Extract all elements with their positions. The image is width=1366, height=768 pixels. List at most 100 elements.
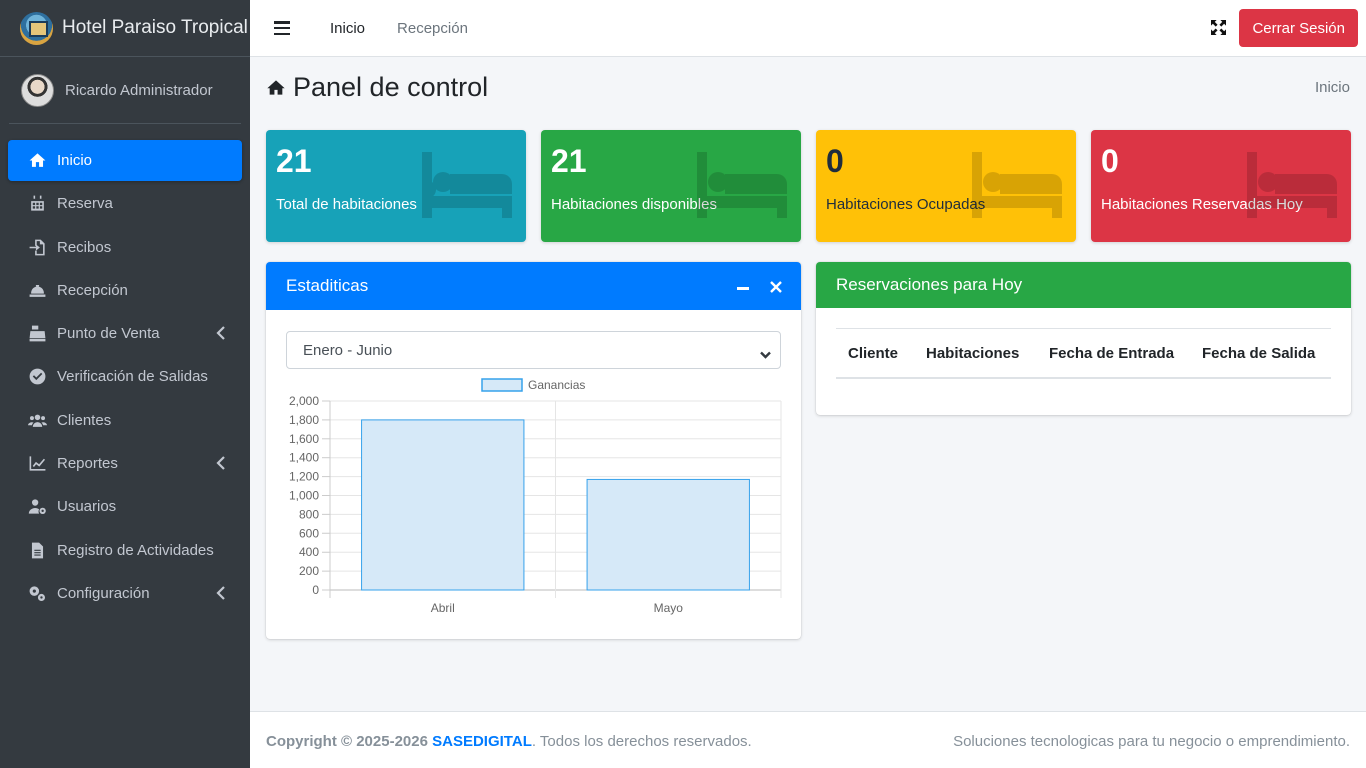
info-box-value: 0: [826, 143, 844, 179]
sidebar-item-recibos[interactable]: Recibos: [8, 227, 242, 268]
y-tick-label: 200: [299, 564, 319, 578]
reservations-card: Reservaciones para Hoy Cliente Habitacio…: [816, 262, 1351, 415]
sidebar-item-label: Reserva: [57, 195, 113, 213]
info-box-available-rooms: 21 Habitaciones disponibles: [541, 130, 801, 242]
home-icon: [26, 150, 48, 172]
y-tick-label: 1,600: [289, 432, 319, 446]
close-icon[interactable]: [770, 278, 782, 293]
y-tick-label: 1,000: [289, 489, 319, 503]
stats-card-title: Estaditicas: [286, 276, 369, 295]
stats-card: Estaditicas Enero - Junio Ganancias 0 200 4…: [266, 262, 801, 639]
sidebar-item-label: Punto de Venta: [57, 325, 160, 343]
bed-icon: [972, 152, 1062, 218]
user-panel[interactable]: Ricardo Administrador: [9, 57, 241, 124]
sidebar-item-label: Recepción: [57, 281, 128, 299]
hotel-logo-icon: [20, 11, 53, 45]
x-tick-label: Abril: [431, 601, 455, 615]
sidebar-item-label: Recibos: [57, 238, 112, 256]
y-tick-label: 600: [299, 526, 319, 540]
column-header-cliente[interactable]: Cliente: [848, 345, 898, 362]
cogs-icon: [26, 582, 48, 604]
info-box-total-rooms: 21 Total de habitaciones: [266, 130, 526, 242]
sidebar-item-registro-actividades[interactable]: Registro de Actividades: [8, 530, 242, 571]
chevron-left-icon: [216, 455, 226, 471]
chevron-down-icon: [760, 346, 771, 359]
sidebar-item-verificacion-salidas[interactable]: Verificación de Salidas: [8, 356, 242, 397]
calendar-icon: [26, 193, 48, 215]
y-tick-label: 1,400: [289, 451, 319, 465]
brand-text: Hotel Paraiso Tropical: [62, 17, 248, 38]
menu-toggle-icon[interactable]: [274, 21, 290, 35]
sidebar-item-label: Registro de Actividades: [57, 541, 214, 559]
company-link[interactable]: SASEDIGITAL: [432, 733, 532, 750]
column-header-fecha-salida[interactable]: Fecha de Salida: [1202, 345, 1315, 362]
chevron-left-icon: [216, 325, 226, 341]
home-icon: [267, 80, 285, 95]
user-name: Ricardo Administrador: [65, 81, 213, 99]
reservations-table: Cliente Habitaciones Fecha de Entrada Fe…: [836, 328, 1331, 379]
minimize-icon[interactable]: [737, 278, 749, 292]
chart-line-icon: [26, 453, 48, 475]
sidebar-item-clientes[interactable]: Clientes: [8, 400, 242, 441]
y-tick-label: 1,800: [289, 413, 319, 427]
y-tick-label: 2,000: [289, 394, 319, 408]
file-import-icon: [26, 236, 48, 258]
logout-button[interactable]: Cerrar Sesión: [1239, 9, 1358, 47]
users-icon: [26, 409, 48, 431]
sidebar-item-inicio[interactable]: Inicio: [8, 140, 242, 181]
info-box-label: Total de habitaciones: [276, 196, 417, 213]
footer-copyright: Copyright © 2025-2026 SASEDIGITAL. Todos…: [266, 733, 752, 750]
topbar: Inicio Recepción Cerrar Sesión: [250, 0, 1366, 57]
brand-link[interactable]: Hotel Paraiso Tropical: [0, 0, 250, 57]
info-box-value: 21: [551, 143, 587, 179]
sidebar-item-label: Usuarios: [57, 498, 117, 516]
sidebar-item-label: Clientes: [57, 411, 112, 429]
bed-icon: [1247, 152, 1337, 218]
info-box-label: Habitaciones disponibles: [551, 196, 717, 213]
sidebar-item-label: Reportes: [57, 455, 118, 473]
period-select-value: Enero - Junio: [303, 341, 393, 359]
concierge-bell-icon: [26, 279, 48, 301]
y-tick-label: 800: [299, 507, 319, 521]
sidebar-item-label: Verificación de Salidas: [57, 368, 208, 386]
info-box-label: Habitaciones Ocupadas: [826, 196, 986, 213]
column-header-fecha-entrada[interactable]: Fecha de Entrada: [1049, 345, 1174, 362]
check-circle-icon: [26, 366, 48, 388]
file-alt-icon: [26, 539, 48, 561]
sidebar-item-punto-de-venta[interactable]: Punto de Venta: [8, 313, 242, 354]
y-tick-label: 0: [312, 583, 319, 597]
sidebar-item-reportes[interactable]: Reportes: [8, 443, 242, 484]
legend-swatch: [481, 378, 523, 392]
chevron-left-icon: [216, 585, 226, 601]
sidebar-item-recepcion[interactable]: Recepción: [8, 270, 242, 311]
page-title-text: Panel de control: [293, 72, 489, 102]
avatar: [21, 73, 54, 107]
info-box-occupied-rooms: 0 Habitaciones Ocupadas: [816, 130, 1076, 242]
sidebar-item-usuarios[interactable]: Usuarios: [8, 486, 242, 527]
info-box-reserved-today: 0 Habitaciones Reservadas Hoy: [1091, 130, 1351, 242]
topnav-recepcion-link[interactable]: Recepción: [397, 20, 468, 37]
reservations-card-header: Reservaciones para Hoy: [816, 262, 1351, 308]
sidebar: Hotel Paraiso Tropical Ricardo Administr…: [0, 0, 250, 768]
period-select[interactable]: Enero - Junio: [286, 331, 781, 369]
y-tick-label: 1,200: [289, 470, 319, 484]
sidebar-item-configuracion[interactable]: Configuración: [8, 573, 242, 614]
sidebar-item-reserva[interactable]: Reserva: [8, 183, 242, 224]
sidebar-nav: Inicio Reserva Recibos Recepción Punto d…: [0, 124, 250, 614]
sidebar-item-label: Configuración: [57, 584, 150, 602]
legend-label: Ganancias: [528, 378, 585, 392]
footer: Copyright © 2025-2026 SASEDIGITAL. Todos…: [250, 711, 1366, 768]
reservations-card-title: Reservaciones para Hoy: [836, 275, 1023, 294]
topnav-inicio-link[interactable]: Inicio: [330, 20, 365, 37]
fullscreen-icon[interactable]: [1211, 20, 1226, 35]
footer-tagline: Soluciones tecnologicas para tu negocio …: [953, 733, 1350, 750]
breadcrumb[interactable]: Inicio: [1315, 79, 1350, 96]
sidebar-item-label: Inicio: [57, 152, 93, 169]
bed-icon: [418, 152, 512, 218]
info-box-value: 21: [276, 143, 312, 179]
x-tick-label: Mayo: [654, 601, 684, 615]
bar-abril: [361, 419, 525, 591]
rights-text: . Todos los derechos reservados.: [531, 733, 752, 750]
bar-mayo: [586, 478, 750, 591]
column-header-habitaciones[interactable]: Habitaciones: [926, 345, 1019, 362]
